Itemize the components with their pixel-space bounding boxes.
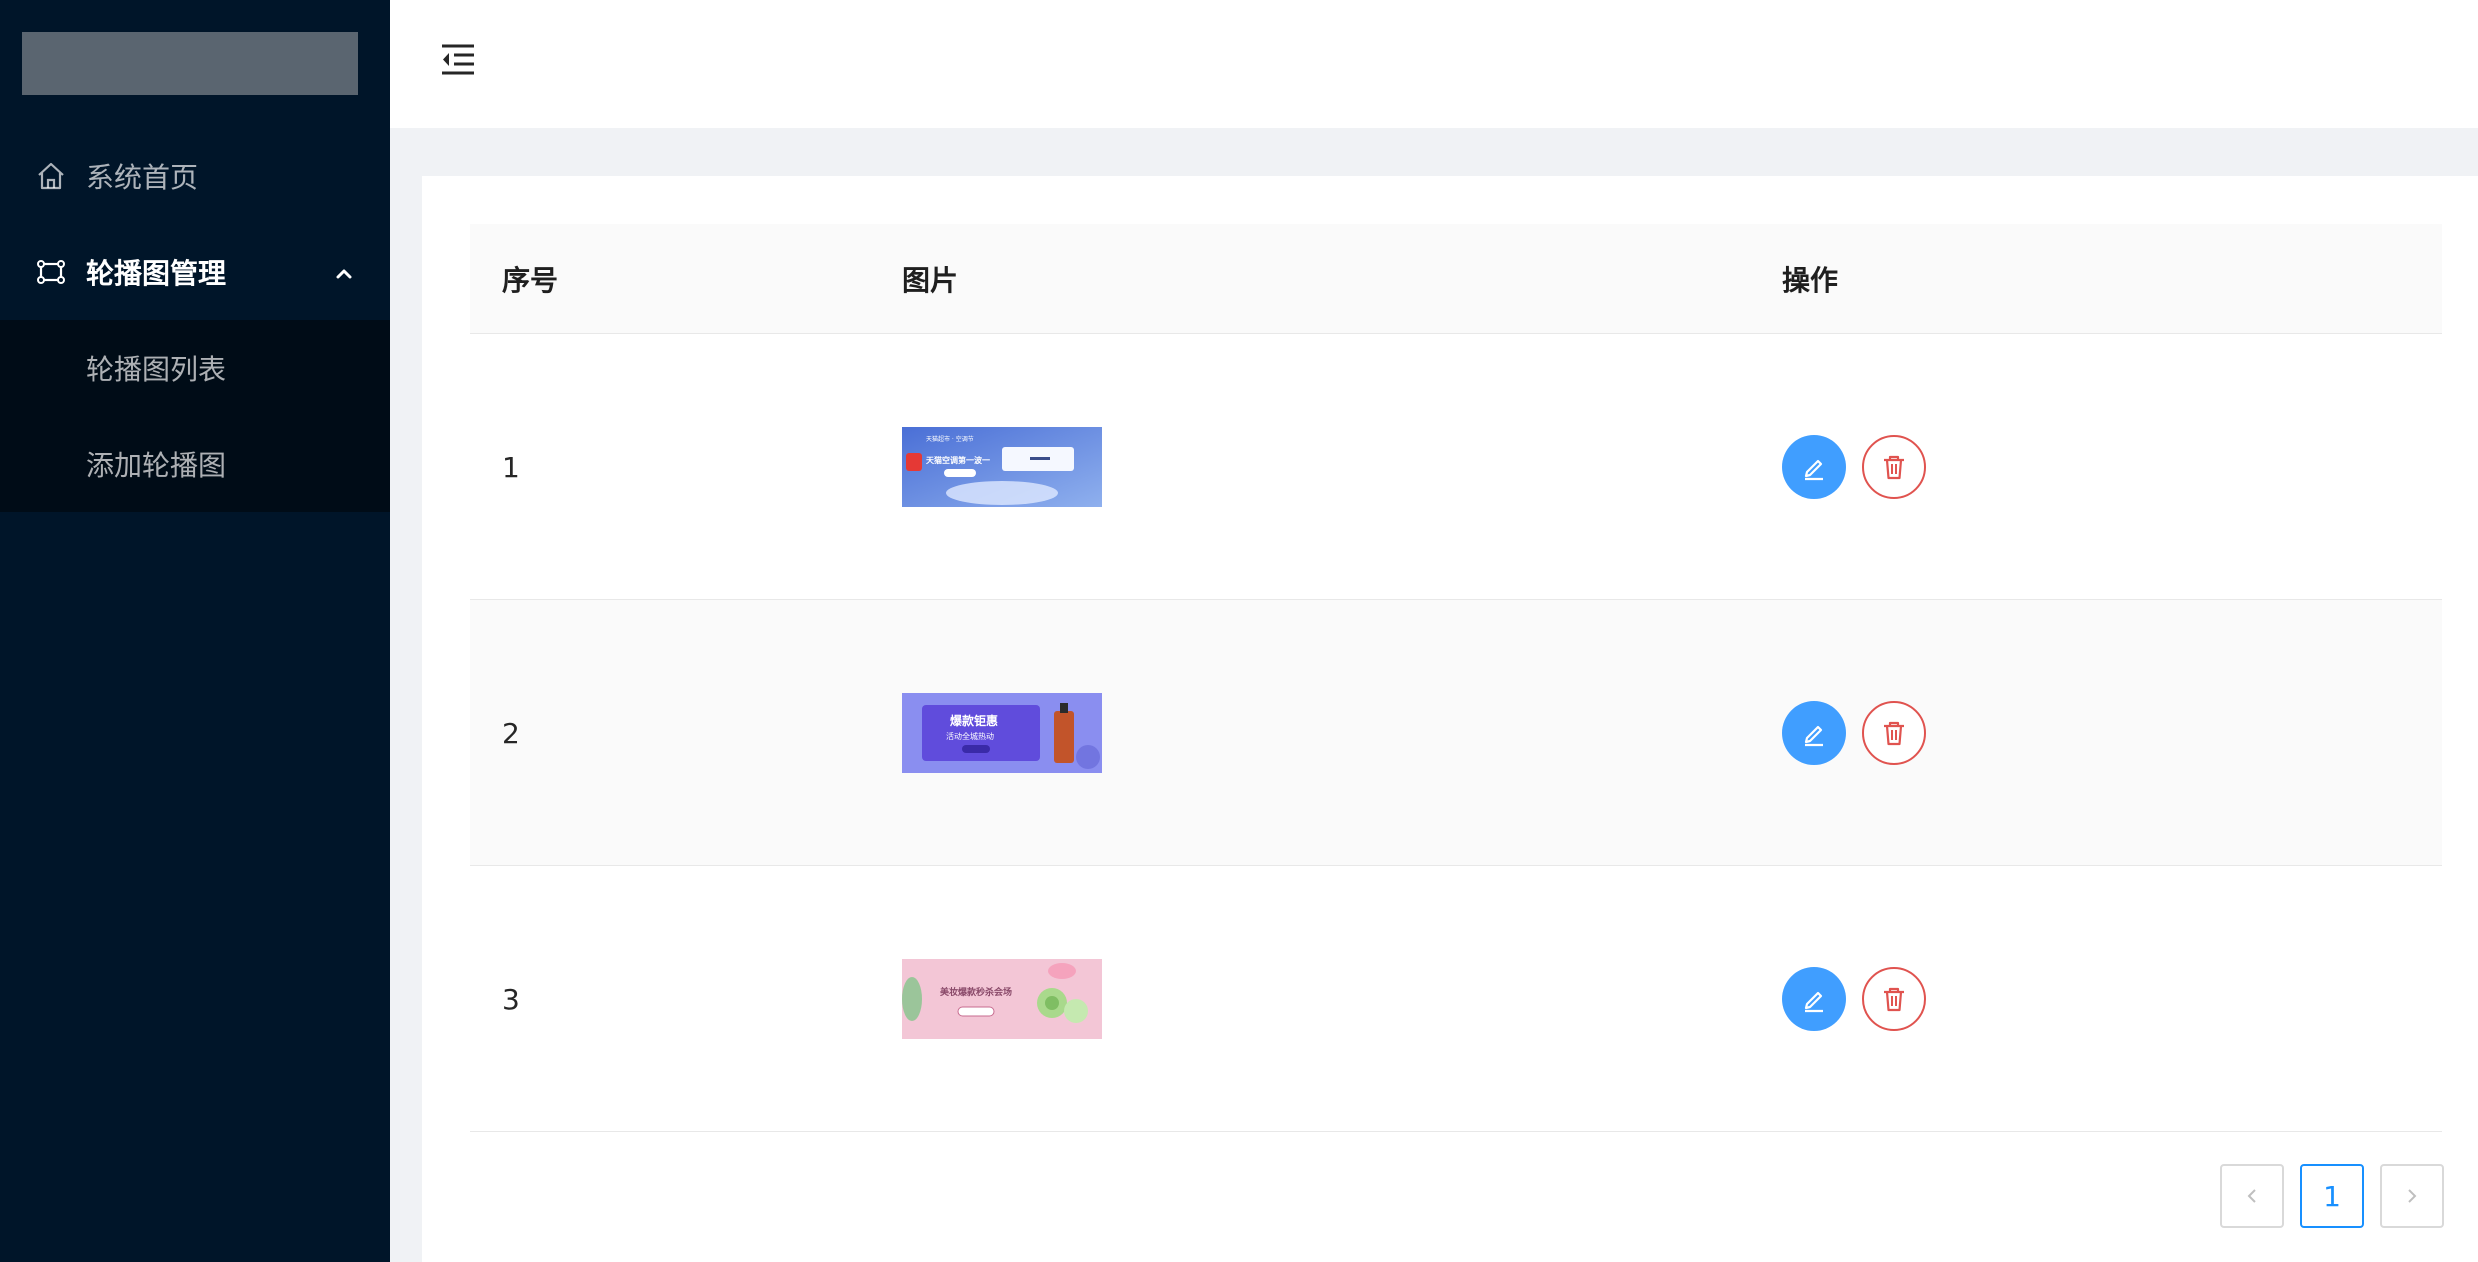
submenu: 轮播图列表 添加轮播图 bbox=[0, 320, 390, 512]
delete-button[interactable] bbox=[1862, 701, 1926, 765]
row-index: 3 bbox=[502, 982, 520, 1016]
edit-button[interactable] bbox=[1782, 435, 1846, 499]
thumbnail-caption: 美妆爆款秒杀会场 bbox=[940, 986, 1012, 998]
edit-button[interactable] bbox=[1782, 967, 1846, 1031]
row-index: 2 bbox=[502, 716, 520, 750]
chevron-up-icon[interactable] bbox=[334, 264, 354, 284]
table-header: 序号 图片 操作 bbox=[470, 224, 2442, 334]
chevron-left-icon bbox=[2247, 1189, 2256, 1203]
thumbnail-caption: 爆款钜惠 bbox=[950, 713, 998, 728]
logo bbox=[22, 32, 358, 95]
carousel-thumbnail: 美妆爆款秒杀会场 bbox=[902, 959, 1102, 1039]
sidebar-item-label: 轮播图管理 bbox=[86, 257, 227, 290]
table-row: 2 爆款钜惠 活动全城热动 bbox=[470, 600, 2442, 866]
sidebar: 系统首页 轮播图管理 轮播图列表 添加轮播图 bbox=[0, 0, 390, 1262]
row-index: 1 bbox=[502, 450, 520, 484]
pagination-prev-button[interactable] bbox=[2220, 1164, 2284, 1228]
pagination-page-button[interactable]: 1 bbox=[2300, 1164, 2364, 1228]
edit-icon bbox=[1804, 991, 1823, 1013]
trash-icon bbox=[1884, 987, 1904, 1012]
carousel-thumbnail: 爆款钜惠 活动全城热动 bbox=[902, 693, 1102, 773]
sidebar-item-label: 添加轮播图 bbox=[86, 449, 227, 482]
column-header-image: 图片 bbox=[902, 264, 959, 297]
table-row: 1 天猫超市 · 空调节 天猫空调第一波一 bbox=[470, 334, 2442, 600]
menu-fold-icon[interactable] bbox=[438, 42, 478, 78]
delete-button[interactable] bbox=[1862, 967, 1926, 1031]
image-cell: 天猫超市 · 空调节 天猫空调第一波一 bbox=[902, 334, 1102, 600]
header bbox=[390, 0, 2478, 128]
carousel-icon bbox=[37, 260, 65, 284]
home-icon bbox=[38, 162, 64, 190]
thumbnail-subcaption: 活动全城热动 bbox=[946, 731, 994, 741]
trash-icon bbox=[1884, 721, 1904, 746]
delete-button[interactable] bbox=[1862, 435, 1926, 499]
image-cell: 爆款钜惠 活动全城热动 bbox=[902, 600, 1102, 866]
carousel-thumbnail: 天猫超市 · 空调节 天猫空调第一波一 bbox=[902, 427, 1102, 507]
actions-cell bbox=[1782, 866, 1926, 1132]
sidebar-item-add-carousel[interactable]: 添加轮播图 bbox=[0, 416, 390, 512]
actions-cell bbox=[1782, 334, 1926, 600]
edit-button[interactable] bbox=[1782, 701, 1846, 765]
sidebar-item-carousel-list[interactable]: 轮播图列表 bbox=[0, 320, 390, 416]
actions-cell bbox=[1782, 600, 1926, 866]
svg-text:天猫超市 · 空调节: 天猫超市 · 空调节 bbox=[926, 435, 974, 443]
table-row: 3 美妆爆款秒杀会场 bbox=[470, 866, 2442, 1132]
pagination-next-button[interactable] bbox=[2380, 1164, 2444, 1228]
sidebar-item-label: 轮播图列表 bbox=[86, 353, 227, 386]
column-header-actions: 操作 bbox=[1782, 264, 1839, 297]
sidebar-item-carousel-management[interactable]: 轮播图管理 bbox=[0, 224, 390, 320]
sidebar-item-label: 系统首页 bbox=[86, 161, 199, 194]
sidebar-item-home[interactable]: 系统首页 bbox=[0, 128, 390, 224]
image-cell: 美妆爆款秒杀会场 bbox=[902, 866, 1102, 1132]
chevron-right-icon bbox=[2408, 1189, 2417, 1203]
thumbnail-caption: 天猫空调第一波一 bbox=[926, 455, 990, 465]
edit-icon bbox=[1804, 459, 1823, 481]
edit-icon bbox=[1804, 725, 1823, 747]
column-header-index: 序号 bbox=[502, 264, 559, 297]
trash-icon bbox=[1884, 455, 1904, 480]
